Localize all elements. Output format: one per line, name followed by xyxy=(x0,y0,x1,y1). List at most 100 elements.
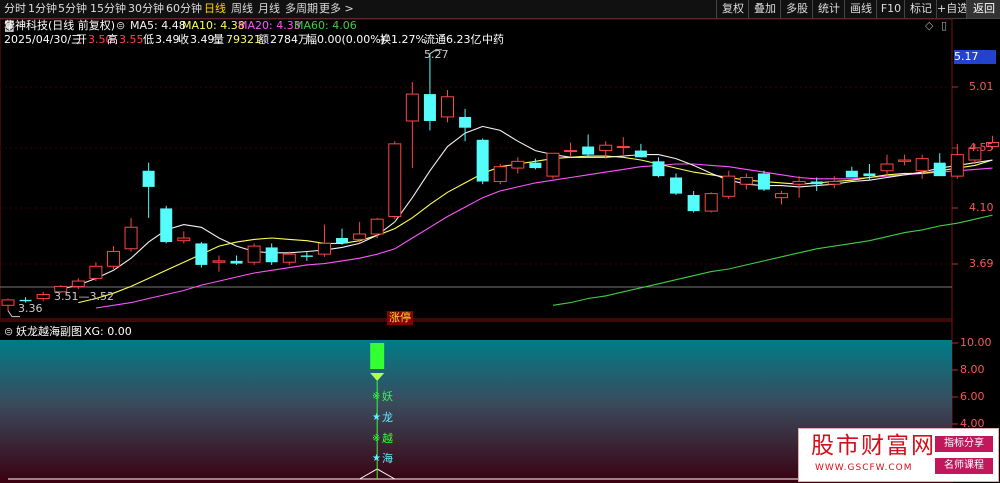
ma20-label: MA20: 4.33 xyxy=(238,19,301,32)
candle-body-39 xyxy=(687,194,700,212)
indicator-menu-icon[interactable]: ⊜ xyxy=(4,325,13,339)
date-label: 2025/04/30/三 xyxy=(4,33,83,46)
candle-22 xyxy=(388,141,402,220)
candle-body-25 xyxy=(441,96,454,118)
teacher-course-badge: 名师课程 xyxy=(935,458,993,474)
watermark-logo: 股市财富网 WWW.GSCFW.COM 指标分享 名师课程 xyxy=(798,428,999,482)
candle-28 xyxy=(493,164,507,185)
watermark-name: 股市财富网 xyxy=(811,433,936,459)
candle-body-22 xyxy=(388,143,402,217)
candle-43 xyxy=(757,170,770,191)
candle-body-5 xyxy=(89,265,103,279)
indicator-share-badge: 指标分享 xyxy=(935,436,993,452)
candle-body-46 xyxy=(810,181,823,185)
close-label: 收 xyxy=(178,33,189,46)
low-marker-label: 3.36 xyxy=(18,302,43,315)
candle-body-36 xyxy=(634,150,647,158)
ma-settings-icon[interactable]: ⊜ xyxy=(116,19,125,33)
candle-body-41 xyxy=(722,175,736,197)
candle-14 xyxy=(247,243,261,265)
expand-icon[interactable]: ◇ xyxy=(925,19,933,33)
candle-body-24 xyxy=(423,94,436,121)
low-label: 低 xyxy=(143,33,154,46)
candle-body-6 xyxy=(106,250,120,267)
candle-body-28 xyxy=(493,166,507,183)
amount-label: 额 xyxy=(258,33,269,46)
candle-body-7 xyxy=(124,226,138,250)
candle-body-34 xyxy=(599,144,613,152)
candle-body-19 xyxy=(336,238,349,244)
candle-9 xyxy=(160,205,173,244)
candle-54 xyxy=(950,143,964,179)
candle-body-49 xyxy=(863,173,876,177)
kline-chart xyxy=(0,18,999,483)
candle-body-11 xyxy=(195,243,208,265)
signal-mark-1: ※ xyxy=(372,391,381,402)
candle-body-13 xyxy=(230,260,243,264)
candle-body-54 xyxy=(950,154,964,177)
turnover-value: 换1.27% xyxy=(380,33,426,46)
candle-31 xyxy=(546,152,560,179)
signal-char-yao: 妖 xyxy=(382,390,393,403)
open-label: 开 xyxy=(76,33,87,46)
current-price-tag: 5.17 xyxy=(954,50,996,64)
signal-char-hai: 海 xyxy=(382,452,393,465)
sector-value: 中药 xyxy=(482,33,504,46)
candle-body-38 xyxy=(670,177,683,194)
candle-body-27 xyxy=(476,139,489,182)
left-range-label: 3.51—3.52 xyxy=(54,290,114,303)
collapse-icon[interactable]: ▯ xyxy=(941,19,947,33)
sub-tick-2: 8.00 xyxy=(960,363,985,376)
candle-40 xyxy=(704,192,718,213)
candle-body-29 xyxy=(511,160,525,169)
candle-body-53 xyxy=(933,162,946,177)
candle-body-31 xyxy=(546,152,560,177)
candle-body-10 xyxy=(177,237,191,242)
ma5-label: MA5: 4.48 xyxy=(130,19,186,32)
high-marker-label: 5.27 xyxy=(424,48,449,61)
close-value: 3.49 xyxy=(190,33,215,46)
sub-tick-3: 6.00 xyxy=(960,390,985,403)
signal-char-yue: 越 xyxy=(382,432,393,445)
candle-body-23 xyxy=(405,93,419,122)
sub-tick-1: 10.00 xyxy=(960,336,992,349)
candle-body-21 xyxy=(370,218,384,235)
candle-body-15 xyxy=(265,247,278,263)
price-tick-4: 3.69 xyxy=(969,257,994,270)
candle-body-12 xyxy=(212,260,226,263)
candle-body-40 xyxy=(704,193,718,212)
candle-body-33 xyxy=(582,146,595,155)
high-value: 3.55 xyxy=(119,33,144,46)
volume-value: 79321 xyxy=(226,33,261,46)
candle-body-47 xyxy=(827,181,841,185)
candle-body-16 xyxy=(282,253,296,263)
price-tick-1: 5.01 xyxy=(969,80,994,93)
candle-body-26 xyxy=(459,116,472,128)
signal-char-long: 龙 xyxy=(382,411,393,424)
candle-body-42 xyxy=(739,176,753,185)
signal-bar-21 xyxy=(370,343,385,369)
stock-name: 华神科技(日线 前复权) xyxy=(4,19,116,32)
candle-body-8 xyxy=(142,170,155,187)
candle-body-52 xyxy=(915,158,929,172)
high-label: 高 xyxy=(107,33,118,46)
low-value: 3.49 xyxy=(155,33,180,46)
candle-body-45 xyxy=(792,181,806,185)
amount-value: 2784万 xyxy=(270,33,309,46)
candle-body-0 xyxy=(1,299,15,306)
signal-mark-4: ★ xyxy=(372,453,381,464)
candle-body-35 xyxy=(616,146,630,149)
indicator-title[interactable]: 妖龙越海副图 xyxy=(16,325,82,339)
ma10-label: MA10: 4.38 xyxy=(182,19,245,32)
candle-body-50 xyxy=(880,163,894,172)
candle-body-2 xyxy=(36,294,50,300)
candle-body-51 xyxy=(898,159,912,162)
signal-mark-3: ※ xyxy=(372,433,381,444)
ma60-label: MA60: 4.06 xyxy=(294,19,357,32)
candle-body-4 xyxy=(71,280,85,287)
candle-body-44 xyxy=(775,193,789,199)
candle-body-20 xyxy=(353,233,367,240)
candle-body-14 xyxy=(247,245,261,263)
float-value: 流通6.23亿 xyxy=(424,33,482,46)
limit-up-label: 涨停 xyxy=(387,311,413,325)
